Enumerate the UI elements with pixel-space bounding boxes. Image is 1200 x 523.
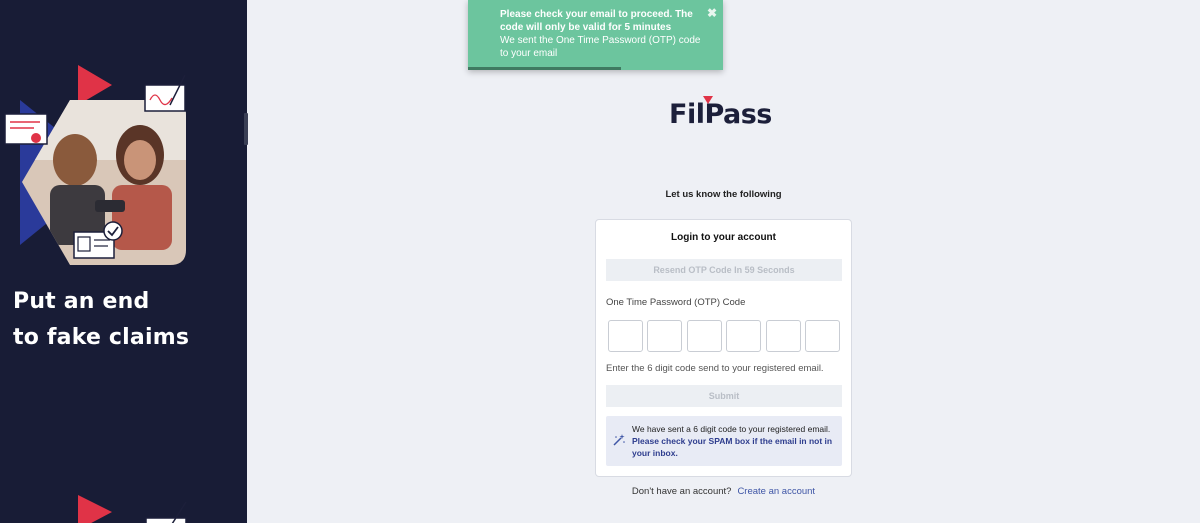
create-account-link[interactable]: Create an account <box>737 486 815 497</box>
tagline: Put an end to fake claims <box>13 284 189 356</box>
hero-illustration <box>4 65 186 265</box>
notice-text: We have sent a 6 digit code to your regi… <box>632 423 836 459</box>
spam-notice: We have sent a 6 digit code to your regi… <box>606 416 842 466</box>
logo-text: FilPass <box>669 99 772 130</box>
certificate-icon <box>4 113 48 145</box>
otp-digit-input-2[interactable] <box>647 320 683 352</box>
sidebar-panel: Put an end to fake claims <box>0 0 247 523</box>
magic-wand-icon <box>613 434 625 446</box>
hero-illustration-bottom <box>78 495 187 523</box>
notice-spam-warning: Please check your SPAM box if the email … <box>632 436 833 458</box>
tagline-line-1: Put an end <box>13 289 150 314</box>
card-title: Login to your account <box>671 232 776 243</box>
signup-prompt: Don't have an account? Create an account <box>596 486 851 497</box>
signed-document-icon <box>144 74 186 112</box>
submit-button[interactable]: Submit <box>606 385 842 407</box>
resend-otp-button[interactable]: Resend OTP Code In 59 Seconds <box>606 259 842 281</box>
logo-accent-mark <box>703 96 713 104</box>
otp-sent-toast: Please check your email to proceed. The … <box>468 0 723 70</box>
otp-label: One Time Password (OTP) Code <box>606 297 746 308</box>
signup-question: Don't have an account? <box>631 486 732 497</box>
otp-hint: Enter the 6 digit code send to your regi… <box>606 363 824 374</box>
otp-digit-input-3[interactable] <box>686 320 722 352</box>
filpass-logo: FilPass <box>669 96 779 135</box>
otp-digit-input-1[interactable] <box>608 320 643 352</box>
toast-progress-bar <box>468 67 723 70</box>
tagline-line-2: to fake claims <box>13 325 190 350</box>
page-prompt: Let us know the following <box>665 189 782 200</box>
otp-digit-input-6[interactable] <box>804 320 840 352</box>
red-play-shape <box>78 65 112 105</box>
toast-message: We sent the One Time Password (OTP) code… <box>500 35 701 59</box>
login-card: Login to your account Resend OTP Code In… <box>595 219 852 477</box>
otp-digit-input-5[interactable] <box>765 320 801 352</box>
otp-digit-input-4[interactable] <box>726 320 762 352</box>
toast-title: Please check your email to proceed. The … <box>500 9 693 33</box>
sidebar-scroll-handle[interactable] <box>244 113 248 145</box>
notice-info: We have sent a 6 digit code to your regi… <box>632 424 831 434</box>
otp-input-row <box>608 320 840 352</box>
toast-progress-fill <box>468 67 621 70</box>
close-icon[interactable]: ✖ <box>707 6 717 20</box>
